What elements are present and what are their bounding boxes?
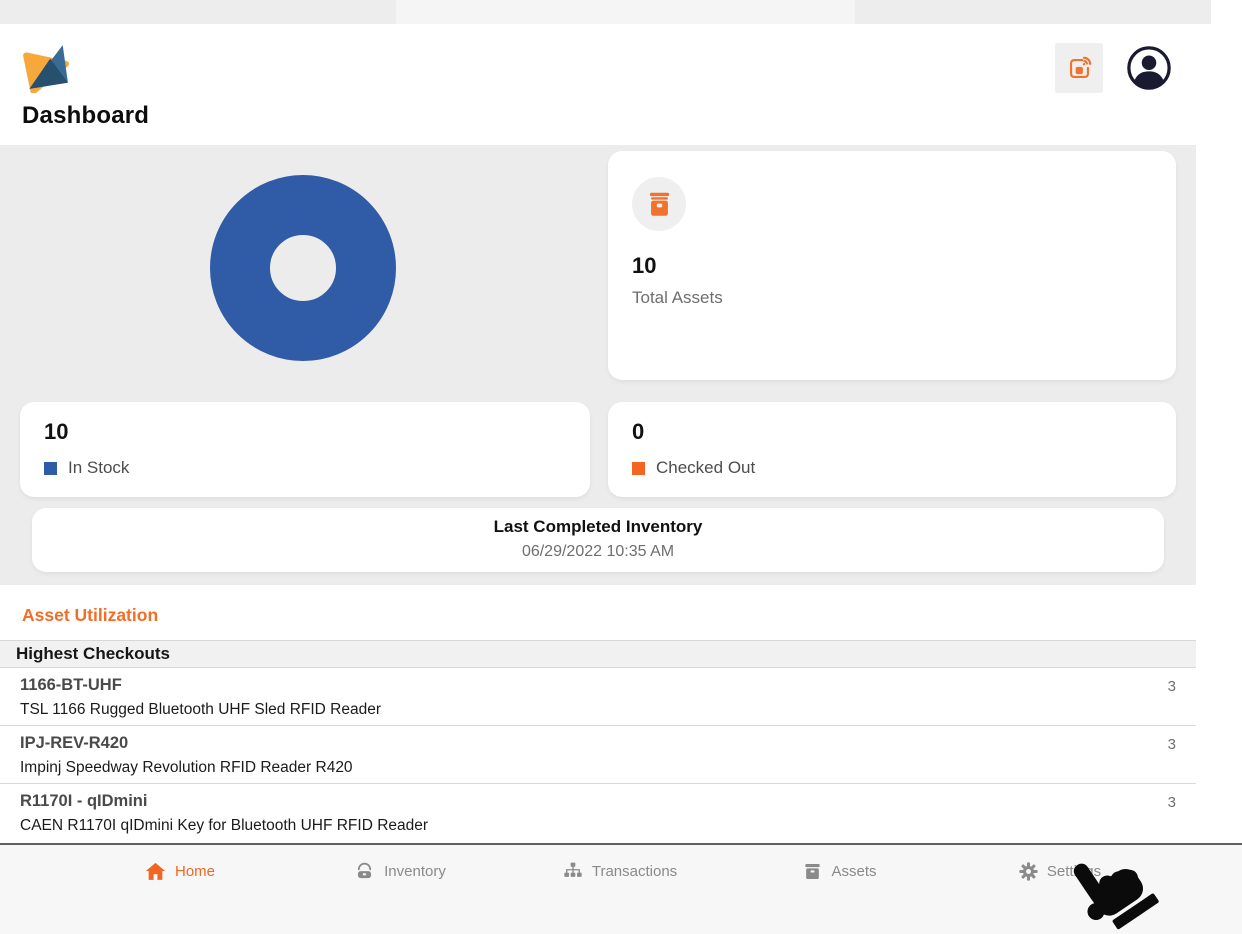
tab-home[interactable]: Home (70, 845, 290, 897)
tab-assets-label: Assets (831, 863, 876, 880)
highest-checkouts-header: Highest Checkouts (0, 640, 1196, 668)
in-stock-legend-swatch (44, 462, 57, 475)
in-stock-card[interactable]: 10 In Stock (20, 402, 590, 497)
asset-code: IPJ-REV-R420 (20, 734, 1176, 753)
asset-utilization-section: Asset Utilization Highest Checkouts 1166… (0, 585, 1196, 842)
inventory-icon (354, 861, 375, 882)
tab-assets[interactable]: Assets (730, 845, 950, 897)
asset-description: CAEN R1170I qIDmini Key for Bluetooth UH… (20, 817, 1176, 835)
tab-settings-label: Settings (1047, 863, 1101, 880)
asset-code: 1166-BT-UHF (20, 676, 1176, 695)
asset-row[interactable]: R1170I - qIDmini CAEN R1170I qIDmini Key… (0, 784, 1196, 842)
checked-out-value: 0 (632, 419, 1152, 445)
in-stock-label: In Stock (68, 458, 129, 478)
checked-out-label: Checked Out (656, 458, 755, 478)
in-stock-value: 10 (44, 419, 566, 445)
asset-checkout-count: 3 (1168, 678, 1176, 695)
last-inventory-card: Last Completed Inventory 06/29/2022 10:3… (32, 508, 1164, 572)
rfid-scan-button[interactable] (1055, 43, 1103, 93)
assets-icon (803, 862, 822, 881)
tab-inventory[interactable]: Inventory (290, 845, 510, 897)
home-icon (145, 861, 166, 882)
profile-icon (1126, 45, 1172, 91)
tab-transactions[interactable]: Transactions (510, 845, 730, 897)
page-title: Dashboard (22, 102, 149, 130)
status-bar-segment (396, 0, 855, 24)
checked-out-legend-swatch (632, 462, 645, 475)
settings-icon (1019, 862, 1038, 881)
rfid-scan-icon (1066, 55, 1093, 82)
app-logo-icon (20, 41, 70, 93)
last-inventory-title: Last Completed Inventory (32, 517, 1164, 537)
total-assets-label: Total Assets (632, 288, 1152, 308)
transactions-icon (563, 861, 583, 881)
last-inventory-datetime: 06/29/2022 10:35 AM (32, 543, 1164, 561)
checked-out-card[interactable]: 0 Checked Out (608, 402, 1176, 497)
total-assets-card[interactable]: 10 Total Assets (608, 151, 1176, 380)
tab-settings[interactable]: Settings (950, 845, 1170, 897)
app-header: Dashboard (0, 24, 1196, 145)
asset-code: R1170I - qIDmini (20, 792, 1176, 811)
asset-utilization-heading: Asset Utilization (22, 605, 1196, 626)
asset-row[interactable]: IPJ-REV-R420 Impinj Speedway Revolution … (0, 726, 1196, 784)
asset-description: TSL 1166 Rugged Bluetooth UHF Sled RFID … (20, 701, 1176, 719)
donut-chart (210, 175, 396, 361)
assets-box-icon-circle (632, 177, 686, 231)
summary-section: 10 Total Assets 10 In Stock 0 Checked Ou… (0, 145, 1196, 585)
status-bar (0, 0, 1211, 24)
asset-description: Impinj Speedway Revolution RFID Reader R… (20, 759, 1176, 777)
asset-checkout-count: 3 (1168, 736, 1176, 753)
assets-box-icon (646, 191, 673, 218)
asset-checkout-count: 3 (1168, 794, 1176, 811)
profile-button[interactable] (1126, 45, 1172, 91)
tab-inventory-label: Inventory (384, 863, 446, 880)
bottom-tab-bar: Home Inventory Transactions (0, 843, 1242, 934)
tab-transactions-label: Transactions (592, 863, 677, 880)
asset-row[interactable]: 1166-BT-UHF TSL 1166 Rugged Bluetooth UH… (0, 668, 1196, 726)
tab-home-label: Home (175, 863, 215, 880)
total-assets-value: 10 (632, 253, 1152, 279)
